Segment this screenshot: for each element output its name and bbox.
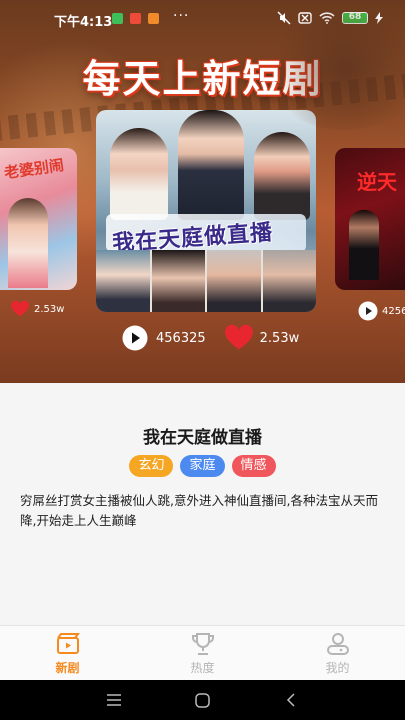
plays-count: 456325 (156, 330, 206, 346)
more-notifications-icon: ··· (173, 8, 190, 24)
poster-character (110, 128, 168, 220)
drama-description: 穷屌丝打赏女主播被仙人跳,意外进入神仙直播间,各种法宝从天而降,开始走上人生巅峰 (20, 493, 378, 528)
charging-icon (375, 12, 383, 24)
status-time: 下午4:13 (54, 15, 113, 30)
notification-app-icon (112, 13, 123, 24)
play-icon (358, 301, 378, 321)
poster-character (178, 110, 244, 220)
menu-icon[interactable] (106, 693, 122, 707)
left-poster-likes: 2.53w (10, 301, 64, 317)
poster-character (254, 132, 310, 220)
poster-character (349, 210, 379, 280)
likes-count: 2.53w (259, 330, 300, 346)
user-icon (326, 633, 349, 655)
drama-detail-card: 我在天庭做直播 玄幻 家庭 情感 穷屌丝打赏女主播被仙人跳,意外进入神仙直播间,… (0, 383, 405, 625)
battery-icon: 68 (342, 12, 368, 24)
drama-stats: 456325 2.53w (122, 325, 299, 351)
right-poster-plays: 4256 (358, 301, 405, 321)
drama-poster-left[interactable]: 老婆别闹 (0, 148, 77, 290)
likes-count: 2.53w (34, 303, 65, 315)
plays-count: 4256 (382, 305, 405, 317)
nav-item-trending[interactable]: 热度 (135, 626, 270, 680)
bottom-nav: 新剧 热度 我的 (0, 625, 405, 680)
status-indicators: 68 (277, 11, 383, 25)
drama-title: 我在天庭做直播 (143, 428, 262, 448)
nav-label: 我的 (325, 661, 350, 675)
clapperboard-icon (56, 633, 80, 654)
home-icon[interactable] (195, 693, 210, 708)
nav-label: 新剧 (55, 661, 80, 675)
genre-tag[interactable]: 玄幻 (129, 455, 174, 477)
status-bar: 下午4:13 ··· 68 (0, 0, 405, 38)
mute-icon (277, 11, 291, 25)
drama-poster-right[interactable]: 逆天 (335, 148, 405, 290)
cast-face (262, 250, 316, 312)
heart-icon[interactable] (224, 325, 254, 351)
genre-tag[interactable]: 家庭 (180, 455, 225, 477)
heart-icon (11, 301, 29, 317)
poster-character (8, 198, 48, 288)
nav-label: 热度 (190, 661, 215, 675)
cast-face (151, 250, 207, 312)
wifi-icon (319, 12, 335, 24)
poster-title-art: 老婆别闹 (3, 155, 66, 183)
drama-poster-center[interactable]: 我在天庭做直播 (96, 110, 316, 312)
notification-app-icon (130, 13, 141, 24)
hero-banner: 下午4:13 ··· 68 每天上新短剧 老婆别闹 我在天庭做直播 逆天 2.5… (0, 0, 405, 383)
no-sim-icon (298, 12, 312, 24)
nav-item-new-dramas[interactable]: 新剧 (0, 626, 135, 680)
cast-face (96, 250, 152, 312)
nav-item-profile[interactable]: 我的 (270, 626, 405, 680)
system-navigation-bar (0, 680, 405, 720)
back-icon[interactable] (286, 693, 296, 707)
genre-tag[interactable]: 情感 (231, 455, 276, 477)
play-icon[interactable] (122, 325, 148, 351)
trophy-icon (191, 633, 214, 655)
hero-headline: 每天上新短剧 (82, 57, 323, 101)
poster-title-art: 逆天 (357, 170, 397, 194)
drama-tags: 玄幻 家庭 情感 (0, 455, 405, 477)
cast-face (207, 250, 263, 312)
poster-cast-strip (96, 250, 316, 312)
notification-app-icon (148, 13, 159, 24)
